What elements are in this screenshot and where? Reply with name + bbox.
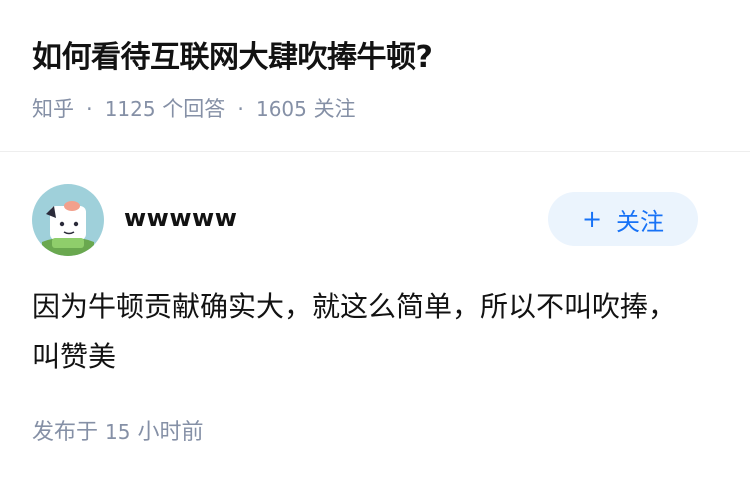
publish-time: 发布于 15 小时前 [32,416,203,449]
separator-dot: · [86,97,93,121]
publish-prefix: 发布于 [32,420,99,445]
publish-unit: 小时前 [137,420,204,445]
follower-count-unit: 关注 [313,97,356,121]
answer-count: 1125 [104,97,156,121]
question-meta: 知乎 · 1125 个回答 · 1605 关注 [32,94,356,124]
publish-value: 15 [105,420,131,444]
avatar-image [32,184,104,256]
follow-button[interactable]: + 关注 [548,192,698,246]
follow-button-label: 关注 [616,207,665,236]
answer-count-unit[interactable]: 个回答 [162,97,225,121]
follower-count: 1605 [255,97,307,121]
avatar[interactable] [32,184,104,256]
author-name[interactable]: wwwww [124,200,237,236]
question-title[interactable]: 如何看待互联网大肆吹捧牛顿? [32,36,433,80]
question-header: 如何看待互联网大肆吹捧牛顿? 知乎 · 1125 个回答 · 1605 关注 [0,0,750,152]
separator-dot: · [237,97,244,121]
plus-icon: + [581,205,603,233]
answer-content: 因为牛顿贡献确实大，就这么简单，所以不叫吹捧，叫赞美 [32,290,677,373]
source-label: 知乎 [32,97,74,121]
